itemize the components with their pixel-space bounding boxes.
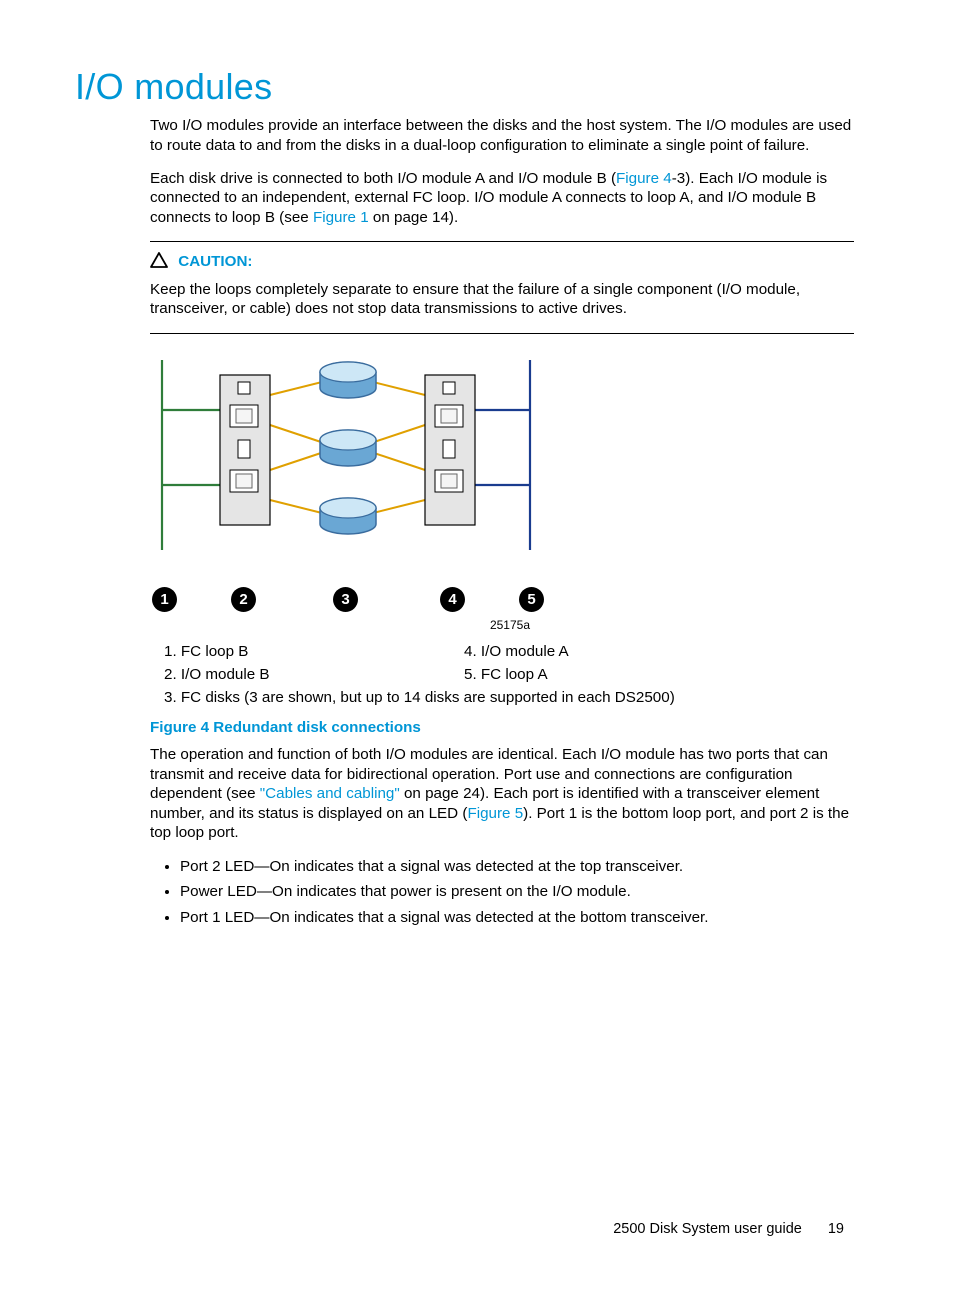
callout-2: 2 — [231, 587, 256, 612]
legend-item-4: 4. I/O module A — [464, 642, 569, 661]
page-title: I/O modules — [75, 64, 954, 110]
caution-block: CAUTION: Keep the loops completely separ… — [150, 252, 854, 318]
divider — [150, 241, 854, 242]
legend-item-5: 5. FC loop A — [464, 665, 548, 684]
figure-id: 25175a — [150, 618, 530, 633]
caution-icon — [150, 252, 168, 273]
callout-5: 5 — [519, 587, 544, 612]
cables-link[interactable]: "Cables and cabling" — [260, 785, 400, 802]
callout-3: 3 — [333, 587, 358, 612]
callout-row: 1 2 3 4 5 — [150, 587, 680, 612]
legend: 1. FC loop B 4. I/O module A 2. I/O modu… — [164, 642, 854, 708]
caution-label: CAUTION: — [178, 252, 252, 271]
page-number: 19 — [828, 1220, 844, 1239]
divider — [150, 333, 854, 334]
callout-4: 4 — [440, 587, 465, 612]
footer-doc-title: 2500 Disk System user guide — [613, 1221, 802, 1237]
text-run: Each disk drive is connected to both I/O… — [150, 170, 616, 187]
text-run: on page 14). — [369, 209, 459, 226]
caution-text: Keep the loops completely separate to en… — [150, 280, 854, 319]
intro-paragraph-2: Each disk drive is connected to both I/O… — [150, 169, 854, 227]
figure-1-link[interactable]: Figure 1 — [313, 209, 369, 226]
figure-4-link[interactable]: Figure 4 — [616, 170, 672, 187]
figure-5-link[interactable]: Figure 5 — [467, 805, 523, 822]
bullet-item: Port 1 LED—On indicates that a signal wa… — [180, 908, 854, 927]
figure-4-diagram: 1 2 3 4 5 25175a — [150, 350, 680, 634]
operation-paragraph: The operation and function of both I/O m… — [150, 745, 854, 842]
legend-item-2: 2. I/O module B — [164, 665, 464, 684]
bullet-item: Power LED—On indicates that power is pre… — [180, 882, 854, 901]
figure-caption: Figure 4 Redundant disk connections — [150, 718, 854, 737]
legend-item-1: 1. FC loop B — [164, 642, 464, 661]
intro-paragraph-1: Two I/O modules provide an interface bet… — [150, 116, 854, 155]
callout-1: 1 — [152, 587, 177, 612]
body-column: Two I/O modules provide an interface bet… — [150, 116, 854, 927]
led-bullet-list: Port 2 LED—On indicates that a signal wa… — [150, 857, 854, 927]
page-footer: 2500 Disk System user guide 19 — [0, 1220, 844, 1239]
legend-item-3: 3. FC disks (3 are shown, but up to 14 d… — [164, 688, 675, 707]
bullet-item: Port 2 LED—On indicates that a signal wa… — [180, 857, 854, 876]
